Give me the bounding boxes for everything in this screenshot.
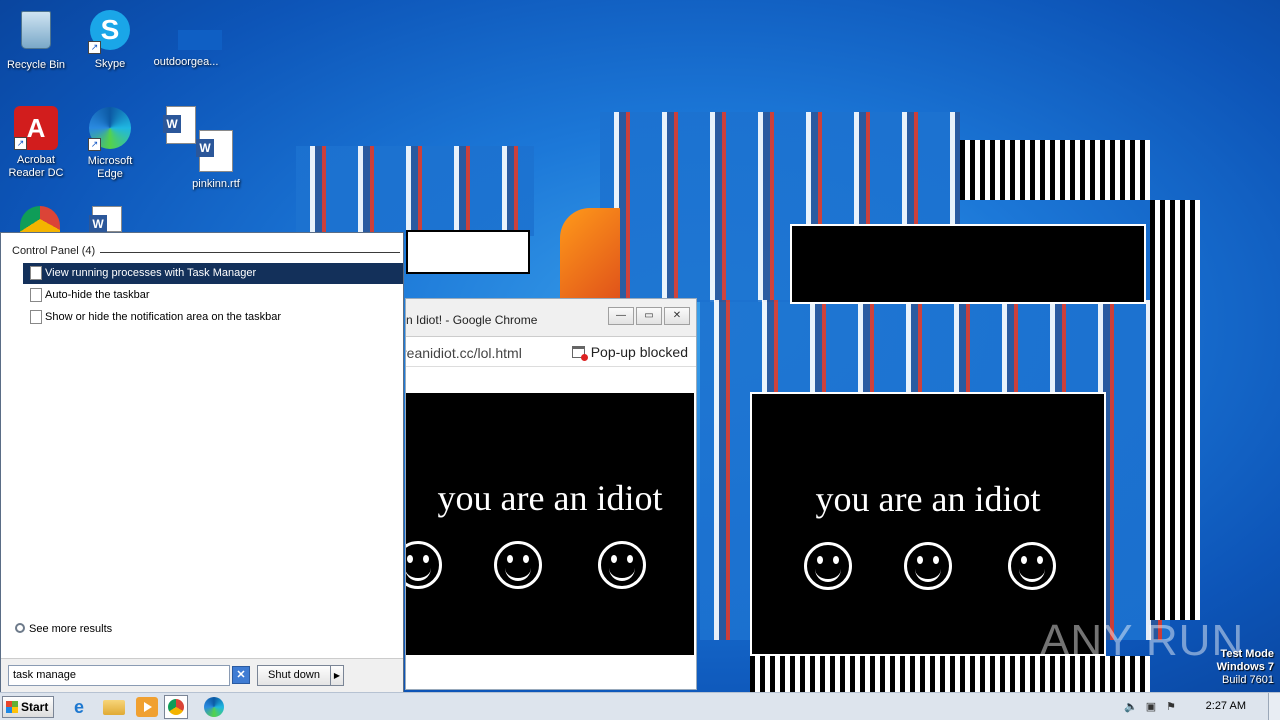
start-menu-results: Control Panel (4) View running processes… <box>3 235 403 658</box>
control-panel-item-icon <box>30 288 42 302</box>
word-document-icon[interactable] <box>89 206 122 233</box>
file-icon <box>164 8 222 52</box>
clear-search-button[interactable]: ✕ <box>232 666 250 684</box>
smiley-icon <box>1008 542 1056 590</box>
see-more-results-link[interactable]: See more results <box>15 623 112 635</box>
folder-icon[interactable] <box>103 700 125 715</box>
word-document-icon[interactable] <box>163 106 196 144</box>
desktop-icon-label: Skype <box>94 58 126 70</box>
desktop-icon-label: pinkinn.rtf <box>192 178 240 190</box>
start-menu: Control Panel (4) View running processes… <box>0 232 404 692</box>
test-mode-line3: Build 7601 <box>1222 674 1274 686</box>
start-label: Start <box>21 700 49 714</box>
maximize-button[interactable]: ▭ <box>636 307 662 325</box>
smiley-icon <box>598 541 646 589</box>
glitch-block <box>406 230 530 274</box>
desktop-icon-recycle-bin[interactable]: Recycle Bin <box>0 8 72 72</box>
results-group-header: Control Panel (4) <box>12 245 400 257</box>
edge-icon: ↗ <box>88 107 132 151</box>
close-button[interactable]: ✕ <box>664 307 690 325</box>
action-center-flag-icon[interactable]: ⚑ <box>1164 700 1178 714</box>
chrome-icon[interactable] <box>20 206 60 232</box>
desktop-icon-label: Microsoft Edge <box>87 155 133 180</box>
search-icon <box>15 623 25 633</box>
windows-logo-icon <box>6 701 18 713</box>
desktop-icon-acrobat[interactable]: A ↗ Acrobat Reader DC <box>0 106 72 180</box>
test-mode-label: Test Mode Windows 7 Build 7601 <box>1217 648 1274 687</box>
glitch-echo <box>1150 200 1200 620</box>
network-icon[interactable]: ▣ <box>1144 700 1158 714</box>
glitch-echo <box>960 140 1150 200</box>
start-menu-bottom-bar: task manage ✕ Shut down ▶ <box>1 658 403 692</box>
internet-explorer-icon[interactable]: e <box>68 697 90 717</box>
smiley-icon <box>904 542 952 590</box>
window-title: n Idiot! - Google Chrome <box>406 313 538 327</box>
desktop-icon-label: outdoorgea... <box>153 56 219 68</box>
result-label: Show or hide the notification area on th… <box>45 311 282 323</box>
popup-blocked-label: Pop-up blocked <box>590 344 688 360</box>
address-bar[interactable]: reanidiot.cc/lol.html Pop-up blocked <box>406 337 696 367</box>
glitch-echo <box>296 146 534 236</box>
acrobat-icon: A ↗ <box>14 106 58 150</box>
chrome-titlebar[interactable]: n Idiot! - Google Chrome — ▭ ✕ <box>406 299 696 337</box>
smiley-icon <box>406 541 442 589</box>
start-button[interactable]: Start <box>2 696 54 718</box>
shutdown-button[interactable]: Shut down <box>257 665 331 686</box>
word-document-icon <box>194 130 238 174</box>
popup-blocked-icon <box>571 346 588 361</box>
clock[interactable]: 2:27 AM <box>1206 700 1246 712</box>
test-mode-line1: Test Mode <box>1220 648 1274 660</box>
shutdown-options-arrow[interactable]: ▶ <box>330 665 344 686</box>
desktop: Recycle Bin S ↗ Skype outdoorgea... A ↗ Ac… <box>0 0 1280 692</box>
result-label: View running processes with Task Manager <box>45 267 257 279</box>
see-more-label: See more results <box>29 623 113 635</box>
taskbar: Start e 🔈 ▣ ⚑ 2:27 AM <box>0 692 1280 720</box>
smiley-icon <box>804 542 852 590</box>
result-task-manager[interactable]: View running processes with Task Manager <box>23 263 403 284</box>
desktop-icon-label: Acrobat Reader DC <box>8 154 64 179</box>
desktop-icon-edge[interactable]: ↗ Microsoft Edge <box>74 106 146 181</box>
glitch-block <box>560 208 620 298</box>
smiley-icon <box>494 541 542 589</box>
desktop-icon-outdoorgear[interactable]: outdoorgea... <box>150 8 222 69</box>
popup-blocked-indicator[interactable]: Pop-up blocked <box>571 344 688 361</box>
minimize-button[interactable]: — <box>608 307 634 325</box>
skype-icon: S ↗ <box>88 10 132 54</box>
edge-icon[interactable] <box>204 697 224 717</box>
recycle-bin-icon <box>14 11 58 55</box>
show-desktop-button[interactable] <box>1268 693 1280 720</box>
url-text[interactable]: reanidiot.cc/lol.html <box>406 345 522 361</box>
media-player-icon[interactable] <box>136 697 158 717</box>
idiot-text: you are an idiot <box>815 479 1041 519</box>
result-label: Auto-hide the taskbar <box>45 289 150 301</box>
desktop-icon-skype[interactable]: S ↗ Skype <box>74 8 146 71</box>
control-panel-item-icon <box>30 266 42 280</box>
system-tray: 🔈 ▣ ⚑ 2:27 AM <box>1120 693 1280 720</box>
result-notification-area[interactable]: Show or hide the notification area on th… <box>23 307 403 328</box>
start-search-input[interactable]: task manage <box>8 665 230 686</box>
anyrun-watermark: ANY RUN <box>1040 616 1245 665</box>
control-panel-item-icon <box>30 310 42 324</box>
idiot-text: you are an idiot <box>437 478 663 518</box>
idiot-page: you are an idiot <box>406 393 694 655</box>
chrome-icon[interactable] <box>164 695 188 719</box>
test-mode-line2: Windows 7 <box>1216 661 1274 673</box>
result-auto-hide-taskbar[interactable]: Auto-hide the taskbar <box>23 285 403 306</box>
glitch-block <box>790 224 1146 304</box>
desktop-icon-label: Recycle Bin <box>6 59 66 71</box>
chrome-window[interactable]: n Idiot! - Google Chrome — ▭ ✕ reanidiot… <box>405 298 697 690</box>
volume-icon[interactable]: 🔈 <box>1124 700 1138 714</box>
